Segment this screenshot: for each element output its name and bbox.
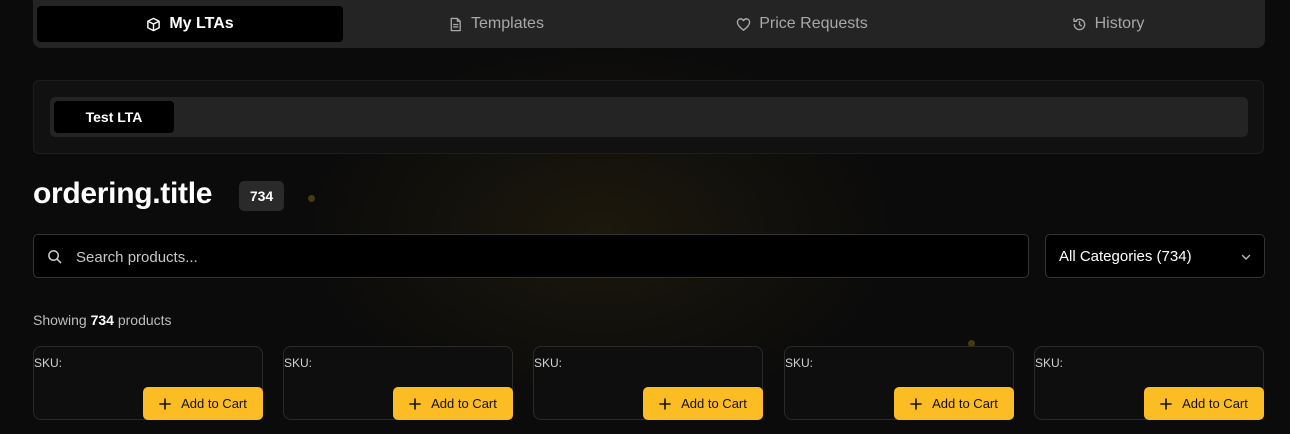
search-icon [48,250,62,264]
results-prefix: Showing [33,312,87,328]
plus-icon [1160,397,1172,410]
plus-icon [659,397,671,410]
add-to-cart-label: Add to Cart [932,396,998,411]
tab-price-requests[interactable]: Price Requests [649,6,955,42]
plus-icon [159,397,171,410]
product-card: SKU: Add to Cart [33,346,263,420]
tab-history[interactable]: History [955,6,1261,42]
tab-my-ltas[interactable]: My LTAs [37,6,343,42]
add-to-cart-label: Add to Cart [431,396,497,411]
product-card: SKU: Add to Cart [784,346,1014,420]
product-sku: SKU: [785,356,814,370]
decorative-dot [308,195,315,202]
plus-icon [409,397,421,410]
product-card: SKU: Add to Cart [533,346,763,420]
product-sku: SKU: [284,356,313,370]
search-input[interactable] [74,235,1018,279]
main-tabs: My LTAs Templates Price Requests History [33,0,1265,48]
tab-label: Price Requests [759,15,868,32]
search-box [33,234,1029,279]
plus-icon [910,397,922,410]
add-to-cart-label: Add to Cart [181,396,247,411]
add-to-cart-button[interactable]: Add to Cart [643,387,763,420]
add-to-cart-label: Add to Cart [1182,396,1248,411]
lta-selector: Test LTA [50,97,1248,137]
results-count: 734 [90,312,114,328]
heart-icon [736,17,751,31]
add-to-cart-button[interactable]: Add to Cart [393,387,513,420]
page-title: ordering.title [33,177,213,210]
category-select-value: All Categories (734) [1059,248,1192,265]
product-card: SKU: Add to Cart [1034,346,1264,420]
tab-templates[interactable]: Templates [343,6,649,42]
history-icon [1072,17,1085,30]
product-sku: SKU: [1035,356,1064,370]
chevron-down-icon [1241,254,1251,260]
add-to-cart-label: Add to Cart [681,396,747,411]
results-summary: Showing 734 products [33,312,172,328]
document-icon [450,17,461,31]
product-count-badge: 734 [239,181,284,211]
tab-label: Templates [471,15,544,32]
product-sku: SKU: [534,356,563,370]
add-to-cart-button[interactable]: Add to Cart [143,387,263,420]
tab-label: History [1094,15,1145,32]
category-select[interactable]: All Categories (734) [1045,234,1265,278]
product-card: SKU: Add to Cart [283,346,513,420]
box-icon [147,17,161,31]
lta-chip-test-lta[interactable]: Test LTA [54,101,174,133]
product-sku: SKU: [34,356,63,370]
add-to-cart-button[interactable]: Add to Cart [1144,387,1264,420]
results-suffix: products [117,312,172,328]
add-to-cart-button[interactable]: Add to Cart [894,387,1014,420]
tab-label: My LTAs [169,15,234,32]
lta-panel: Test LTA [33,80,1264,154]
